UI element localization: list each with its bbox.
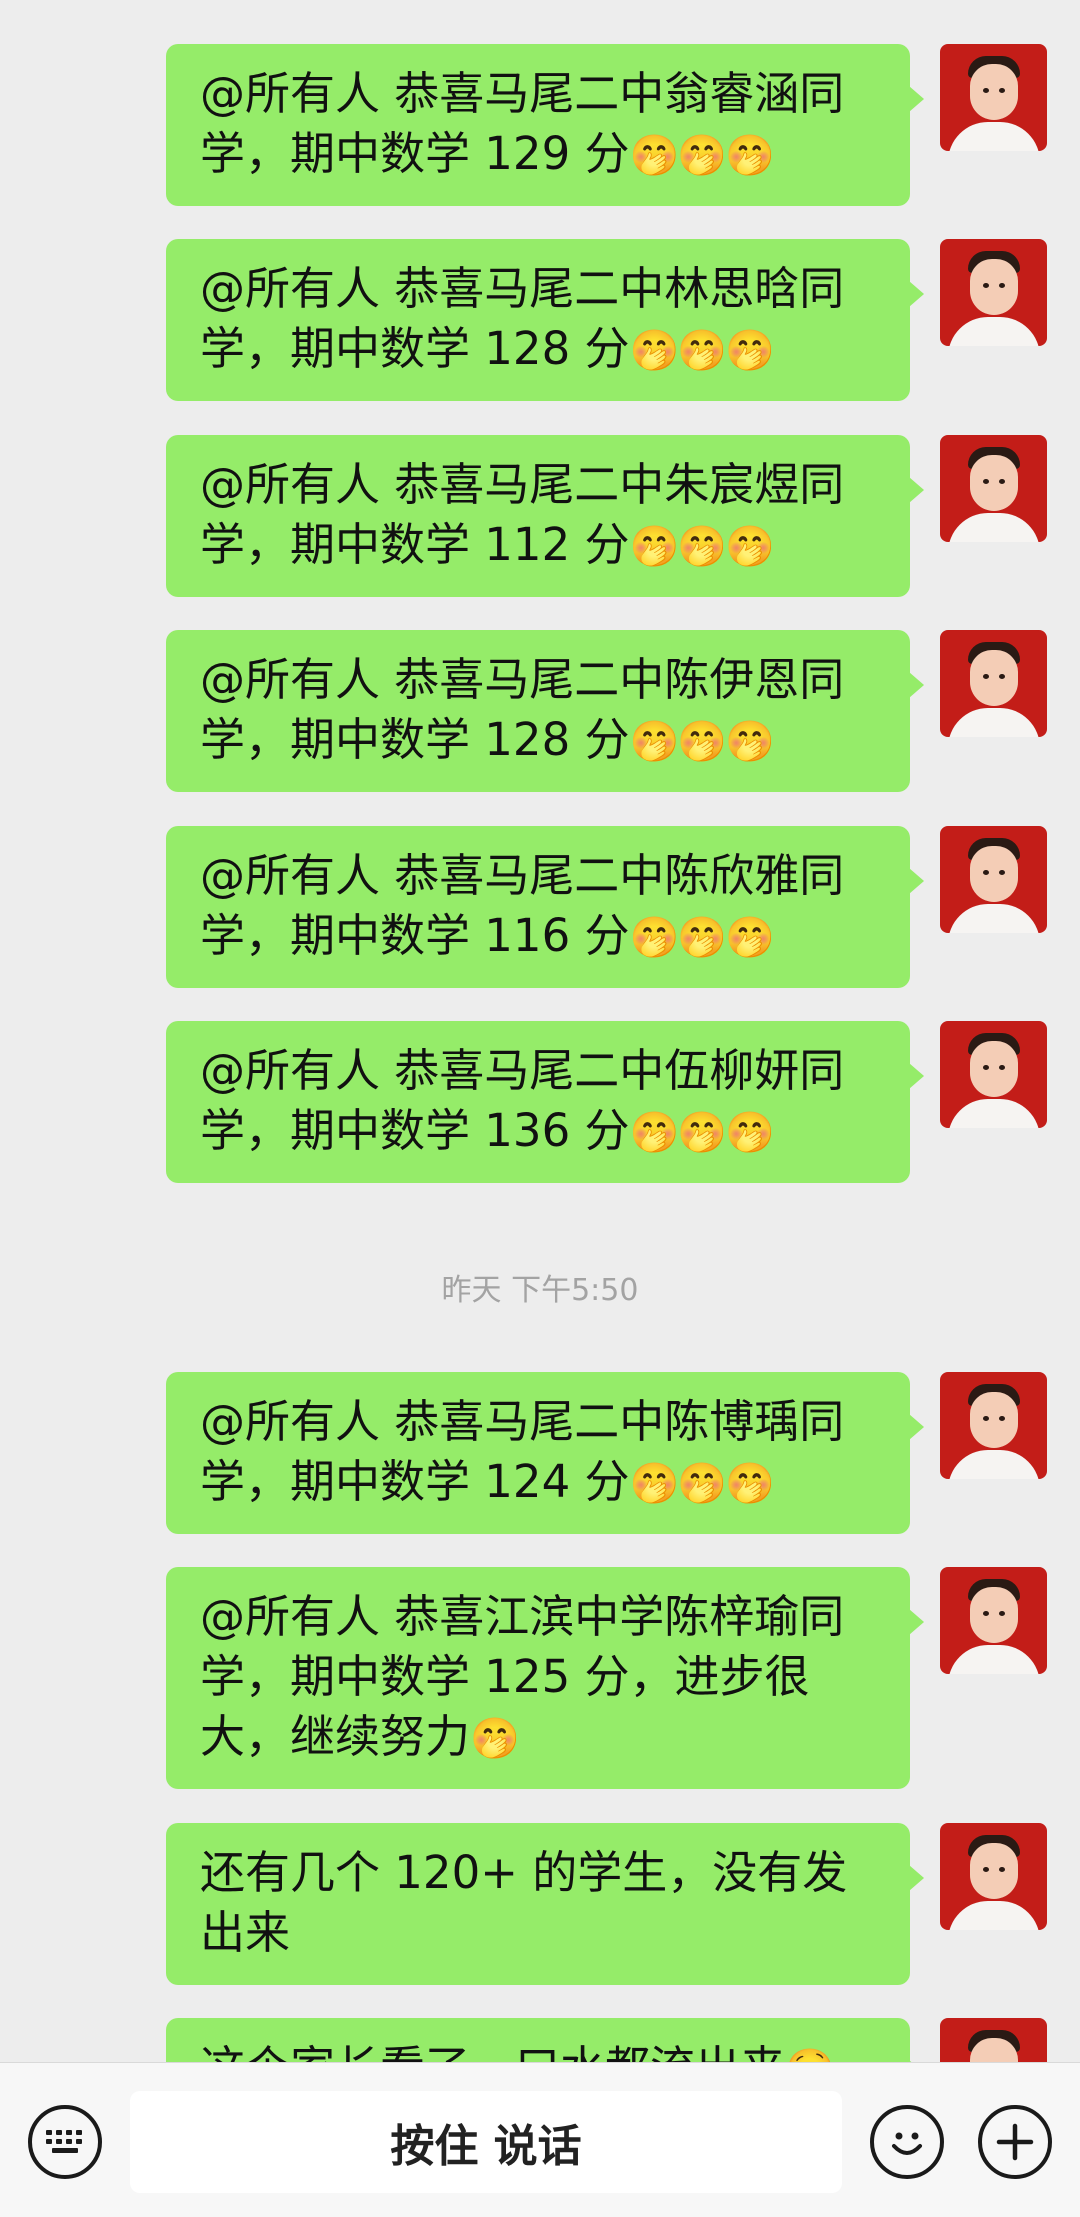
emoji: 🤤 — [785, 2047, 835, 2062]
avatar[interactable] — [940, 435, 1047, 542]
message-text: 还有几个 120+ 的学生，没有发出来 — [200, 1846, 848, 1959]
avatar[interactable] — [940, 1567, 1047, 1674]
hold-to-talk-button[interactable]: 按住 说话 — [130, 2091, 842, 2193]
message-bubble[interactable]: @所有人 恭喜马尾二中伍柳妍同学，期中数学 136 分🤭🤭🤭 — [166, 1021, 924, 1183]
message-bubble[interactable]: @所有人 恭喜马尾二中陈伊恩同学，期中数学 128 分🤭🤭🤭 — [166, 630, 924, 792]
smiley-icon — [892, 2132, 922, 2155]
emoji: 🤭🤭🤭 — [629, 1461, 775, 1507]
emoji: 🤭🤭🤭 — [629, 915, 775, 961]
emoji: 🤭🤭🤭 — [629, 1110, 775, 1156]
avatar[interactable] — [940, 1372, 1047, 1479]
message-bubble[interactable]: 还有几个 120+ 的学生，没有发出来 — [166, 1823, 924, 1985]
message-bubble[interactable]: @所有人 恭喜江滨中学陈梓瑜同学，期中数学 125 分，进步很大，继续努力🤭 — [166, 1567, 924, 1789]
emoji: 🤭 — [470, 1716, 520, 1762]
message-bubble[interactable]: @所有人 恭喜马尾二中陈博瑀同学，期中数学 124 分🤭🤭🤭 — [166, 1372, 924, 1534]
more-button[interactable] — [978, 2105, 1052, 2179]
emoji: 🤭🤭🤭 — [629, 719, 775, 765]
keyboard-icon — [46, 2130, 82, 2153]
input-bar: 按住 说话 — [0, 2062, 1080, 2217]
message-bubble[interactable]: 这个家长看了，口水都流出来🤤 — [166, 2018, 924, 2062]
keyboard-button[interactable] — [28, 2105, 102, 2179]
avatar[interactable] — [940, 239, 1047, 346]
emoji-button[interactable] — [870, 2105, 944, 2179]
emoji: 🤭🤭🤭 — [629, 524, 775, 570]
avatar[interactable] — [940, 2018, 1047, 2062]
plus-icon — [996, 2123, 1034, 2161]
message-text: @所有人 恭喜江滨中学陈梓瑜同学，期中数学 125 分，进步很大，继续努力 — [200, 1590, 845, 1763]
avatar[interactable] — [940, 44, 1047, 151]
chat-area: @所有人 恭喜马尾二中翁睿涵同学，期中数学 129 分🤭🤭🤭 @所有人 恭喜马尾… — [0, 0, 1080, 2062]
avatar[interactable] — [940, 1823, 1047, 1930]
message-text: 这个家长看了，口水都流出来 — [200, 2041, 785, 2062]
message-bubble[interactable]: @所有人 恭喜马尾二中陈欣雅同学，期中数学 116 分🤭🤭🤭 — [166, 826, 924, 988]
timestamp: 昨天 下午5:50 — [441, 1273, 639, 1308]
message-bubble[interactable]: @所有人 恭喜马尾二中朱宸煜同学，期中数学 112 分🤭🤭🤭 — [166, 435, 924, 597]
avatar[interactable] — [940, 1021, 1047, 1128]
avatar[interactable] — [940, 630, 1047, 737]
avatar[interactable] — [940, 826, 1047, 933]
emoji: 🤭🤭🤭 — [629, 328, 775, 374]
message-bubble[interactable]: @所有人 恭喜马尾二中林思晗同学，期中数学 128 分🤭🤭🤭 — [166, 239, 924, 401]
emoji: 🤭🤭🤭 — [629, 133, 775, 179]
message-bubble[interactable]: @所有人 恭喜马尾二中翁睿涵同学，期中数学 129 分🤭🤭🤭 — [166, 44, 924, 206]
